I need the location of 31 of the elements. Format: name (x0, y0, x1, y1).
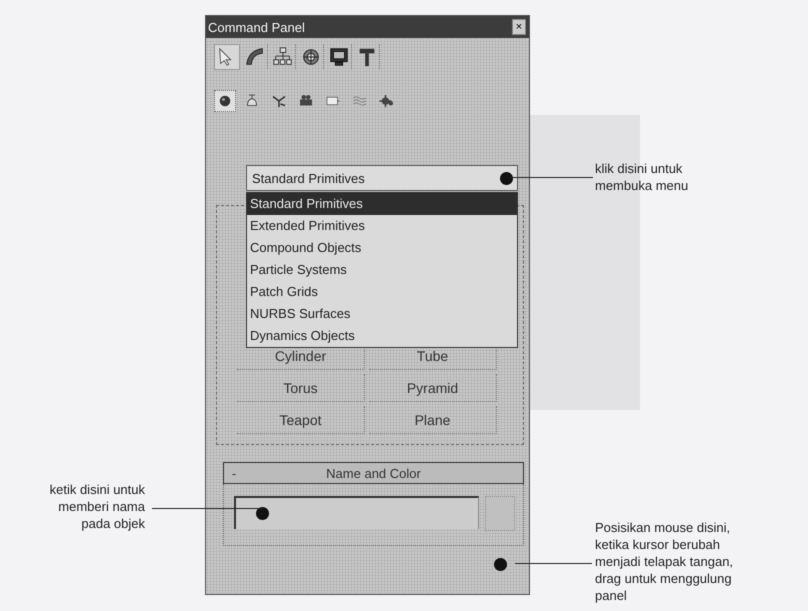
callout-dot (256, 507, 269, 520)
object-button[interactable]: Plane (369, 406, 497, 434)
object-button[interactable]: Torus (237, 374, 365, 402)
dropdown-option[interactable]: Standard Primitives (247, 193, 517, 215)
object-button[interactable]: Teapot (237, 406, 365, 434)
annotation-text: klik disini untuk membuka menu (595, 160, 688, 194)
hierarchy-icon (272, 46, 294, 68)
dropdown-option[interactable]: NURBS Surfaces (247, 303, 517, 325)
dropdown-option[interactable]: Patch Grids (247, 281, 517, 303)
monitor-icon (328, 46, 350, 68)
window-title: Command Panel (208, 20, 305, 34)
object-button[interactable]: Cylinder (237, 342, 365, 370)
name-field[interactable] (234, 496, 480, 529)
collapse-sign: - (230, 466, 238, 480)
callout-dot (500, 172, 513, 184)
close-button[interactable]: × (512, 19, 526, 35)
dropdown-option[interactable]: Compound Objects (247, 237, 517, 259)
annotation-text: Posisikan mouse disini, ketika kursor berubah menjadi telapak tangan, drag untuk menggulung panel (595, 519, 734, 604)
category-button[interactable] (214, 90, 236, 112)
callout-dot (494, 558, 507, 571)
object-button[interactable]: Pyramid (369, 374, 497, 402)
object-button[interactable]: Tube (369, 342, 497, 370)
curve-icon (244, 46, 266, 68)
dropdown-option[interactable]: Particle Systems (247, 259, 517, 281)
rollout-title: Name and Color (325, 466, 422, 480)
category-dropdown[interactable]: Standard Primitives (246, 165, 518, 191)
panel-tab[interactable] (214, 44, 240, 70)
rollout-header[interactable]: - Name and Color (223, 462, 524, 484)
color-swatch[interactable] (485, 496, 515, 531)
annotation-text: ketik disini untuk memberi nama pada objek (48, 481, 145, 532)
dropdown-option[interactable]: Extended Primitives (247, 215, 517, 237)
